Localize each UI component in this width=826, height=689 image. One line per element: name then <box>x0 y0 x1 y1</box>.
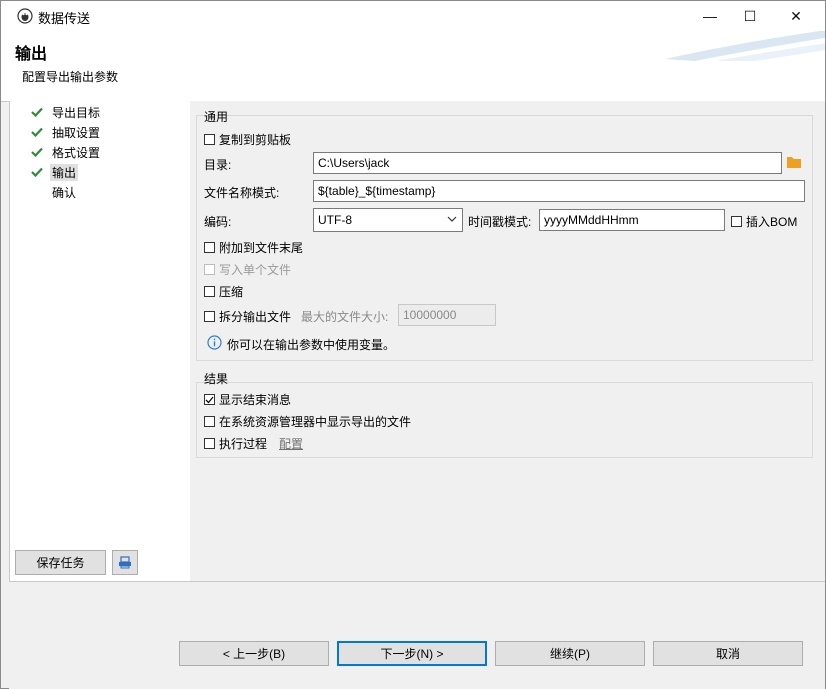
check-icon <box>30 105 44 119</box>
save-task-button[interactable]: 保存任务 <box>15 550 106 575</box>
nav-item-format-settings[interactable]: 格式设置 <box>10 143 102 161</box>
max-file-size-label: 最大的文件大小: <box>301 310 389 324</box>
app-icon <box>17 8 33 24</box>
nav-item-export-target[interactable]: 导出目标 <box>10 103 102 121</box>
filename-pattern-label: 文件名称模式: <box>204 186 280 200</box>
window-title: 数据传送 <box>38 11 91 26</box>
check-icon <box>30 125 44 139</box>
max-file-size-input[interactable]: 10000000 <box>398 304 496 326</box>
wizard-nav: 导出目标 抽取设置 格式设置 输出 确认 保存任务 <box>9 101 191 581</box>
check-icon <box>30 165 44 179</box>
variables-info-text: 你可以在输出参数中使用变量。 <box>227 338 396 352</box>
show-finish-message-checkbox[interactable]: 显示结束消息 <box>204 391 291 408</box>
nav-item-confirm[interactable]: 确认 <box>10 183 78 201</box>
next-button[interactable]: 下一步(N) > <box>337 641 487 666</box>
header-decoration-icon <box>665 31 825 61</box>
encoding-label: 编码: <box>204 215 232 229</box>
chevron-down-icon <box>447 216 457 222</box>
directory-label: 目录: <box>204 158 232 172</box>
timestamp-pattern-input[interactable]: yyyyMMddHHmm <box>539 209 725 231</box>
minimize-icon: — <box>703 8 717 24</box>
general-group-title: 通用 <box>204 110 229 124</box>
maximize-icon: ☐ <box>743 7 757 24</box>
encoding-select[interactable]: UTF-8 <box>313 208 463 232</box>
show-in-explorer-checkbox[interactable]: 在系统资源管理器中显示导出的文件 <box>204 413 411 430</box>
wizard-header: 输出 配置导出输出参数 <box>1 31 825 102</box>
task-icon <box>119 556 131 569</box>
output-settings-panel: 通用 复制到剪贴板 目录: C:\Users\jack 文件名称模式: ${ta… <box>190 101 825 581</box>
dialog-window: 数据传送 — ☐ ✕ 输出 配置导出输出参数 导出目标 抽取设置 格式设置 输出 <box>0 0 826 689</box>
checkmark-icon <box>205 396 214 403</box>
configure-link[interactable]: 配置 <box>279 435 303 452</box>
back-button[interactable]: < 上一步(B) <box>179 641 329 666</box>
close-button[interactable]: ✕ <box>773 1 819 31</box>
info-icon <box>207 335 222 350</box>
append-to-file-checkbox[interactable]: 附加到文件末尾 <box>204 239 303 256</box>
cancel-button[interactable]: 取消 <box>653 641 803 666</box>
compress-checkbox[interactable]: 压缩 <box>204 283 243 300</box>
nav-item-extract-settings[interactable]: 抽取设置 <box>10 123 102 141</box>
page-subtitle: 配置导出输出参数 <box>22 70 119 84</box>
execute-process-checkbox[interactable]: 执行过程 <box>204 435 267 452</box>
insert-bom-checkbox[interactable]: 插入BOM <box>731 213 797 230</box>
continue-button[interactable]: 继续(P) <box>495 641 645 666</box>
nav-label: 抽取设置 <box>52 125 101 140</box>
nav-label: 输出 <box>50 163 79 181</box>
results-group-title: 结果 <box>204 372 229 386</box>
nav-label: 导出目标 <box>52 105 101 120</box>
write-single-file-checkbox[interactable]: 写入单个文件 <box>204 261 291 278</box>
maximize-button[interactable]: ☐ <box>727 1 773 31</box>
split-output-checkbox[interactable]: 拆分输出文件 <box>204 308 291 325</box>
nav-item-output[interactable]: 输出 <box>10 163 79 181</box>
nav-label: 格式设置 <box>52 145 101 160</box>
directory-input[interactable]: C:\Users\jack <box>313 152 782 174</box>
title-bar: 数据传送 — ☐ ✕ <box>1 1 825 31</box>
check-icon <box>30 145 44 159</box>
close-icon: ✕ <box>790 7 802 24</box>
task-config-button[interactable] <box>112 550 138 575</box>
copy-to-clipboard-checkbox[interactable]: 复制到剪贴板 <box>204 131 291 148</box>
wizard-footer <box>9 581 825 689</box>
timestamp-pattern-label: 时间戳模式: <box>468 215 532 229</box>
nav-label: 确认 <box>52 185 77 200</box>
filename-pattern-input[interactable]: ${table}_${timestamp} <box>313 180 805 202</box>
folder-icon[interactable] <box>787 156 801 168</box>
page-title: 输出 <box>15 46 48 63</box>
